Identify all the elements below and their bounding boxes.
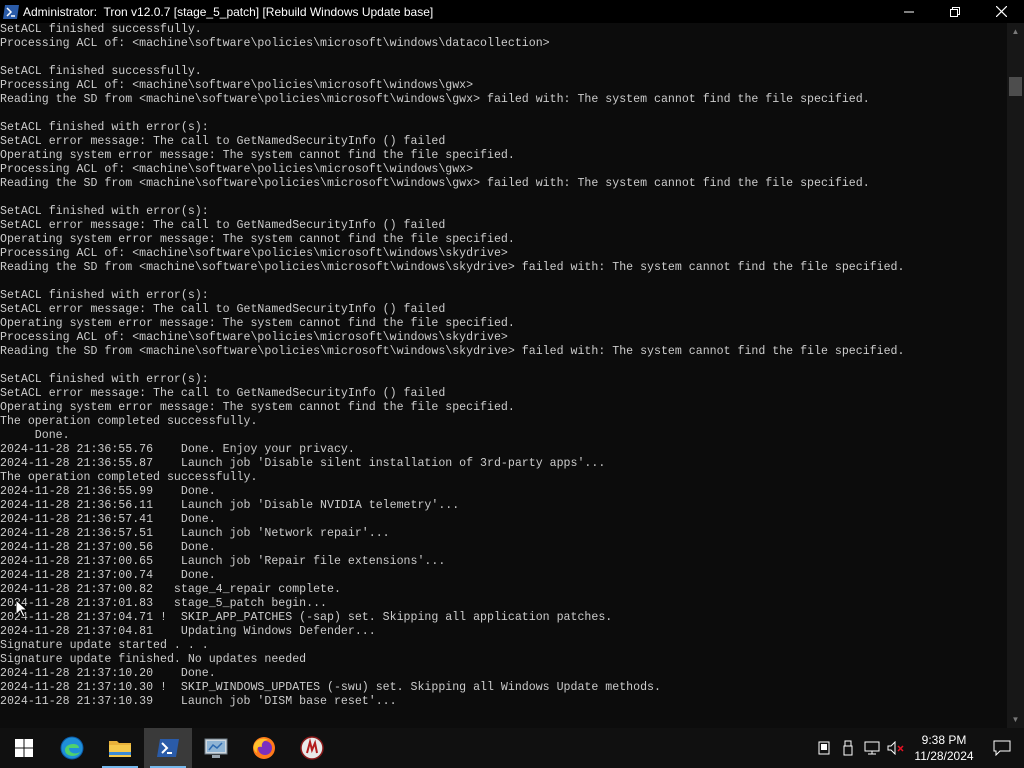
restore-icon [950, 6, 960, 17]
volume-muted-icon [887, 741, 904, 755]
close-button[interactable] [978, 0, 1024, 23]
console-text: SetACL finished successfully. Processing… [0, 23, 905, 708]
taskbar-control-panel[interactable] [192, 728, 240, 768]
tray-tablet[interactable] [812, 728, 836, 768]
powershell-window-icon[interactable] [3, 4, 19, 20]
tray-usb[interactable] [836, 728, 860, 768]
minimize-icon [904, 11, 914, 12]
usb-eject-icon [843, 740, 853, 756]
powershell-icon [157, 739, 179, 757]
taskbar-firefox[interactable] [240, 728, 288, 768]
window-title: Administrator: Tron v12.0.7 [stage_5_pat… [23, 4, 434, 19]
scrollbar-thumb[interactable] [1009, 77, 1022, 96]
title-bar[interactable]: Administrator: Tron v12.0.7 [stage_5_pat… [0, 0, 1024, 23]
taskbar: 9:38 PM 11/28/2024 [0, 728, 1024, 768]
system-tray: 9:38 PM 11/28/2024 [812, 728, 1024, 768]
taskbar-clock[interactable]: 9:38 PM 11/28/2024 [908, 728, 980, 768]
close-icon [995, 6, 1007, 17]
notification-icon [993, 740, 1011, 756]
console-output-area[interactable]: SetACL finished successfully. Processing… [0, 23, 1007, 728]
tron-icon [300, 736, 324, 760]
clock-date: 11/28/2024 [914, 749, 974, 763]
file-explorer-icon [109, 741, 131, 757]
tray-volume[interactable] [884, 728, 908, 768]
control-panel-icon [204, 738, 228, 758]
clock-time: 9:38 PM [921, 733, 967, 747]
tablet-icon [818, 741, 830, 755]
taskbar-edge[interactable] [48, 728, 96, 768]
maximize-button[interactable] [932, 0, 978, 23]
scroll-up-arrow-icon[interactable]: ▲ [1007, 23, 1024, 40]
start-button[interactable] [0, 728, 48, 768]
taskbar-file-explorer[interactable] [96, 728, 144, 768]
scroll-down-arrow-icon[interactable]: ▼ [1007, 711, 1024, 728]
action-center-button[interactable] [980, 728, 1024, 768]
firefox-icon [253, 737, 275, 759]
vertical-scrollbar[interactable]: ▲ ▼ [1007, 23, 1024, 728]
tray-network[interactable] [860, 728, 884, 768]
taskbar-powershell[interactable] [144, 728, 192, 768]
network-icon [864, 741, 880, 755]
minimize-button[interactable] [886, 0, 932, 23]
mouse-pointer-icon [16, 600, 28, 618]
edge-icon [60, 736, 84, 760]
taskbar-tron[interactable] [288, 728, 336, 768]
windows-start-icon [15, 739, 33, 757]
